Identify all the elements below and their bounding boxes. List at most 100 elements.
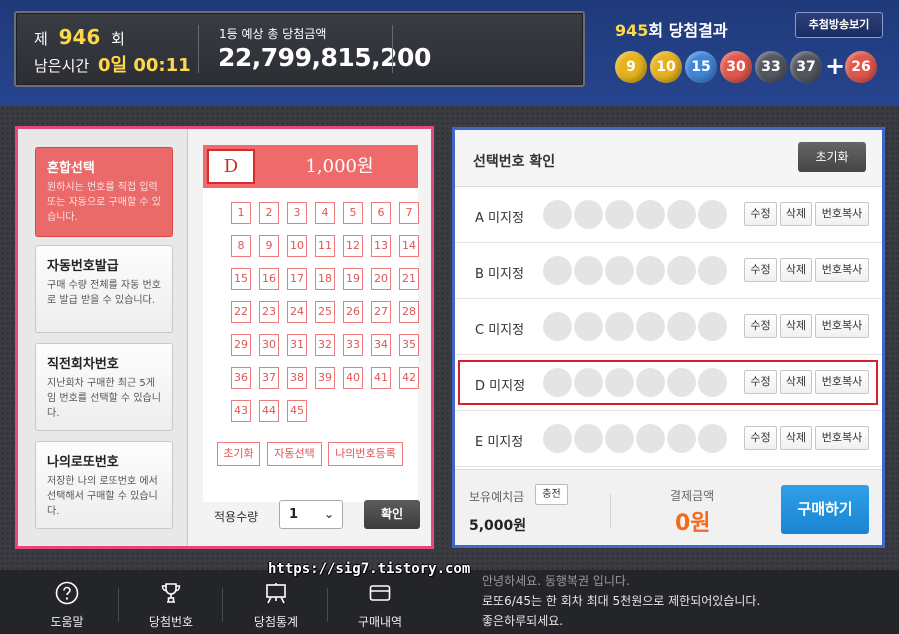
number-4[interactable]: 4 xyxy=(315,202,335,224)
number-41[interactable]: 41 xyxy=(371,367,391,389)
number-36[interactable]: 36 xyxy=(231,367,251,389)
number-13[interactable]: 13 xyxy=(371,235,391,257)
number-28[interactable]: 28 xyxy=(399,301,419,323)
edit-button[interactable]: 수정 xyxy=(744,202,777,226)
number-10[interactable]: 10 xyxy=(287,235,307,257)
number-39[interactable]: 39 xyxy=(315,367,335,389)
number-29[interactable]: 29 xyxy=(231,334,251,356)
edit-button[interactable]: 수정 xyxy=(744,258,777,282)
number-27[interactable]: 27 xyxy=(371,301,391,323)
buy-button[interactable]: 구매하기 xyxy=(781,485,869,534)
number-31[interactable]: 31 xyxy=(287,334,307,356)
selected-numbers-header: 선택번호 확인 초기화 xyxy=(455,130,882,187)
copy-number-button[interactable]: 번호복사 xyxy=(815,258,869,282)
number-21[interactable]: 21 xyxy=(399,268,419,290)
divider xyxy=(118,588,119,622)
number-19[interactable]: 19 xyxy=(343,268,363,290)
edit-button[interactable]: 수정 xyxy=(744,314,777,338)
number-23[interactable]: 23 xyxy=(259,301,279,323)
last-round-number: 945 xyxy=(615,21,649,40)
number-slot xyxy=(574,424,603,453)
number-30[interactable]: 30 xyxy=(259,334,279,356)
number-43[interactable]: 43 xyxy=(231,400,251,422)
round-prefix: 제 xyxy=(34,30,48,48)
number-32[interactable]: 32 xyxy=(315,334,335,356)
number-44[interactable]: 44 xyxy=(259,400,279,422)
mode-mixed-select[interactable]: 혼합선택 원하시는 번호를 직접 입력 또는 자동으로 구매할 수 있습니다. xyxy=(35,147,173,237)
number-17[interactable]: 17 xyxy=(287,268,307,290)
number-18[interactable]: 18 xyxy=(315,268,335,290)
number-slot xyxy=(605,256,634,285)
purchase-history-button[interactable]: 구매내역 xyxy=(330,570,430,634)
quantity-select[interactable]: 1 ⌄ xyxy=(279,500,343,529)
winning-ball: 37 xyxy=(790,51,822,83)
help-button[interactable]: 도움말 xyxy=(17,570,117,634)
number-3[interactable]: 3 xyxy=(287,202,307,224)
number-42[interactable]: 42 xyxy=(399,367,419,389)
number-34[interactable]: 34 xyxy=(371,334,391,356)
charge-button[interactable]: 충전 xyxy=(535,484,568,505)
number-16[interactable]: 16 xyxy=(259,268,279,290)
number-12[interactable]: 12 xyxy=(343,235,363,257)
winning-ball: 9 xyxy=(615,51,647,83)
number-33[interactable]: 33 xyxy=(343,334,363,356)
number-45[interactable]: 45 xyxy=(287,400,307,422)
number-slot xyxy=(698,424,727,453)
mode-previous-round[interactable]: 직전회차번호 지난회차 구매한 최근 5게임 번호를 선택할 수 있습니다. xyxy=(35,343,173,431)
row-d-highlight xyxy=(458,360,878,405)
mode-auto-issue[interactable]: 자동번호발급 구매 수량 전체를 자동 번호로 발급 받을 수 있습니다. xyxy=(35,245,173,333)
number-20[interactable]: 20 xyxy=(371,268,391,290)
edit-button[interactable]: 수정 xyxy=(744,426,777,450)
slip-auto-button[interactable]: 자동선택 xyxy=(267,442,322,466)
copy-number-button[interactable]: 번호복사 xyxy=(815,314,869,338)
slip-header: D 1,000원 xyxy=(203,145,418,188)
number-slot xyxy=(636,200,665,229)
statistics-button[interactable]: 당첨통계 xyxy=(226,570,326,634)
last-round-title-text: 회 당첨결과 xyxy=(648,21,728,40)
number-9[interactable]: 9 xyxy=(259,235,279,257)
winning-numbers-button[interactable]: 당첨번호 xyxy=(121,570,221,634)
delete-button[interactable]: 삭제 xyxy=(780,314,812,338)
selection-row-b: B 미지정 수정 삭제 번호복사 xyxy=(455,243,882,299)
number-2[interactable]: 2 xyxy=(259,202,279,224)
delete-button[interactable]: 삭제 xyxy=(780,258,812,282)
number-37[interactable]: 37 xyxy=(259,367,279,389)
row-label: C 미지정 xyxy=(475,323,525,338)
number-slot xyxy=(574,256,603,285)
number-6[interactable]: 6 xyxy=(371,202,391,224)
number-26[interactable]: 26 xyxy=(343,301,363,323)
game-letter: D xyxy=(207,149,255,184)
number-40[interactable]: 40 xyxy=(343,367,363,389)
row-label: B 미지정 xyxy=(475,267,524,282)
divider xyxy=(327,588,328,622)
delete-button[interactable]: 삭제 xyxy=(780,202,812,226)
number-slot xyxy=(698,312,727,341)
number-25[interactable]: 25 xyxy=(315,301,335,323)
number-5[interactable]: 5 xyxy=(343,202,363,224)
mode-my-numbers[interactable]: 나의로또번호 저장한 나의 로또번호 에서 선택해서 구매할 수 있습니다. xyxy=(35,441,173,529)
number-15[interactable]: 15 xyxy=(231,268,251,290)
number-1[interactable]: 1 xyxy=(231,202,251,224)
number-22[interactable]: 22 xyxy=(231,301,251,323)
copy-number-button[interactable]: 번호복사 xyxy=(815,202,869,226)
number-7[interactable]: 7 xyxy=(399,202,419,224)
number-35[interactable]: 35 xyxy=(399,334,419,356)
row-label: A 미지정 xyxy=(475,211,524,226)
number-11[interactable]: 11 xyxy=(315,235,335,257)
reset-button[interactable]: 초기화 xyxy=(798,142,866,172)
mode-title: 자동번호발급 xyxy=(47,259,119,274)
number-24[interactable]: 24 xyxy=(287,301,307,323)
copy-number-button[interactable]: 번호복사 xyxy=(815,426,869,450)
number-14[interactable]: 14 xyxy=(399,235,419,257)
number-38[interactable]: 38 xyxy=(287,367,307,389)
round-suffix: 회 xyxy=(111,30,125,48)
slip-reset-button[interactable]: 초기화 xyxy=(217,442,260,466)
notice-line: 로또6/45는 한 회차 최대 5천원으로 제한되어있습니다. xyxy=(482,594,761,608)
number-slot xyxy=(543,256,572,285)
delete-button[interactable]: 삭제 xyxy=(780,426,812,450)
broadcast-button[interactable]: 추첨방송보기 xyxy=(795,12,883,38)
confirm-button[interactable]: 확인 xyxy=(364,500,420,529)
slip-my-number-button[interactable]: 나의번호등록 xyxy=(328,442,403,466)
number-8[interactable]: 8 xyxy=(231,235,251,257)
footer: 도움말 당첨번호 당첨통계 구매내역 안녕하세요. 동행복권 입니다. 로또6/… xyxy=(0,570,899,634)
